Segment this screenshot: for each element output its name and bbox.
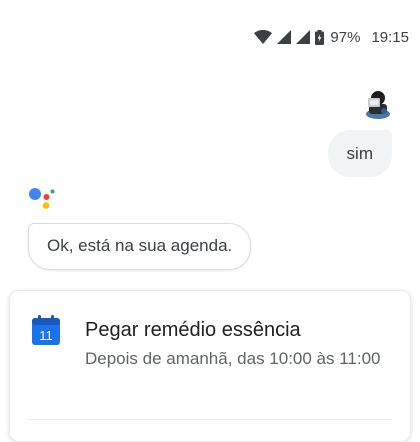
status-bar: 97% 19:15 — [254, 27, 409, 47]
calendar-icon: 11 — [32, 315, 60, 345]
user-message-text: sim — [346, 144, 373, 163]
assistant-message-bubble: Ok, está na sua agenda. — [28, 223, 252, 270]
event-time: Depois de amanhã, das 10:00 às 11:00 — [85, 349, 381, 368]
battery-percent: 97% — [330, 28, 361, 46]
google-assistant-logo — [28, 186, 56, 214]
wifi-icon — [254, 30, 273, 44]
calendar-event-card[interactable]: 11 Pegar remédio essência Depois de aman… — [9, 290, 411, 442]
cell-signal-icon — [296, 30, 311, 44]
event-title: Pegar remédio essência — [85, 319, 301, 341]
assistant-message-text: Ok, está na sua agenda. — [47, 236, 233, 255]
clock: 19:15 — [371, 28, 409, 46]
battery-icon — [315, 29, 325, 45]
user-message-bubble: sim — [327, 130, 392, 177]
user-avatar — [363, 86, 393, 120]
calendar-day: 11 — [39, 328, 53, 343]
cell-signal-icon — [277, 30, 292, 44]
